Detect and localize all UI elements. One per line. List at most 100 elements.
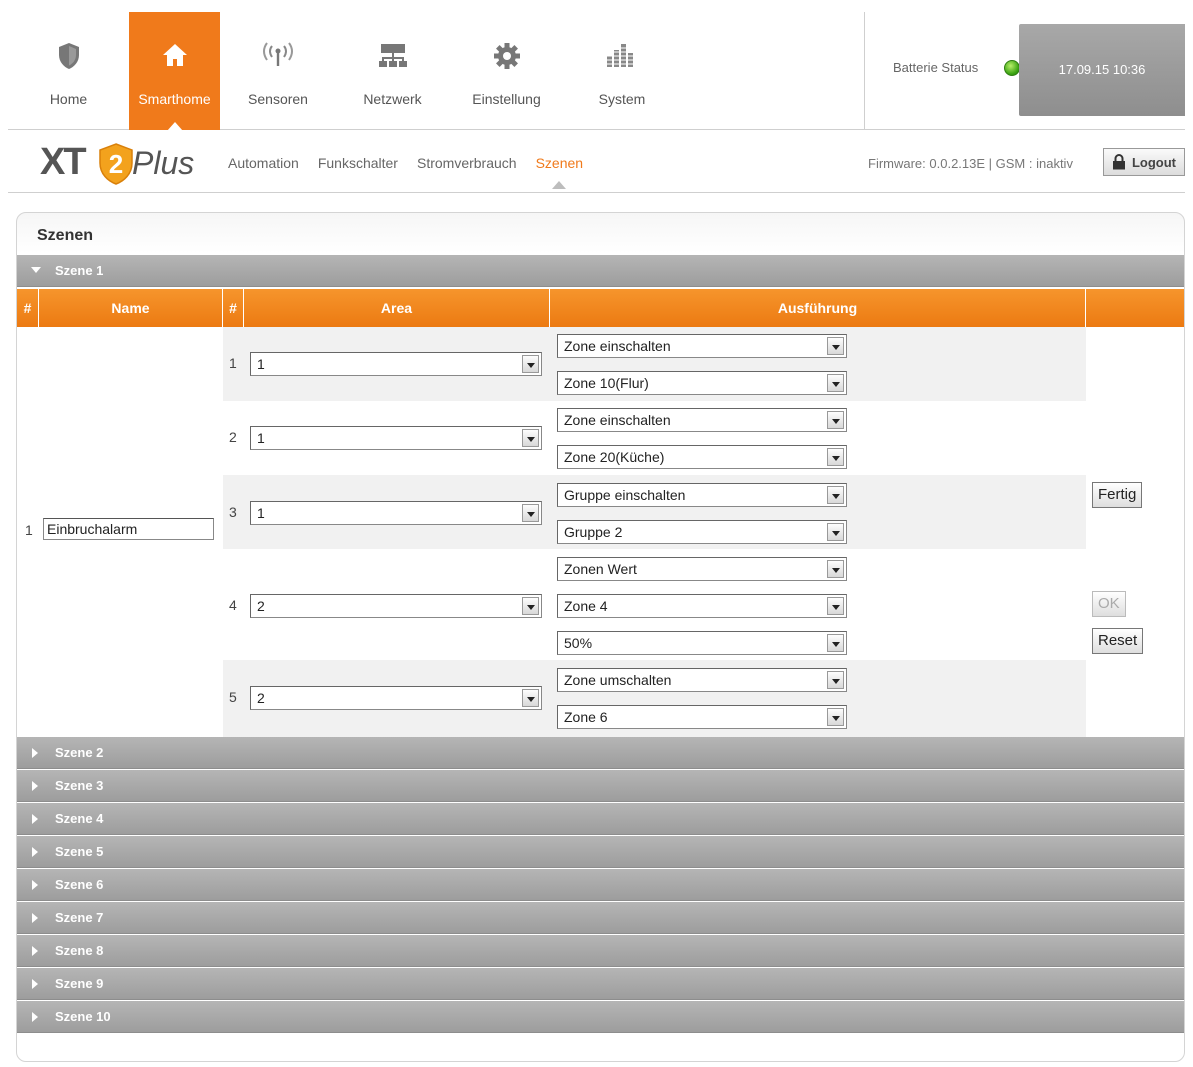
logout-button[interactable]: Logout bbox=[1103, 148, 1185, 176]
nav-system[interactable]: System bbox=[564, 12, 680, 130]
page-title: Szenen bbox=[37, 227, 94, 244]
accordion-szene-9[interactable]: Szene 9 bbox=[17, 968, 1184, 1000]
ok-button[interactable]: OK bbox=[1092, 591, 1126, 617]
datetime-display: 17.09.15 10:36 bbox=[1019, 24, 1185, 116]
area-select[interactable]: 2 bbox=[250, 686, 542, 710]
caret-right-icon bbox=[32, 946, 38, 956]
dropdown-arrow-icon bbox=[827, 411, 844, 429]
bars-icon bbox=[606, 44, 638, 67]
exec-target-select[interactable]: Zone 20(Küche) bbox=[557, 445, 847, 469]
exec-target-select[interactable]: Zone 4 bbox=[557, 594, 847, 618]
dropdown-arrow-icon bbox=[522, 689, 539, 707]
action-number: 1 bbox=[229, 355, 237, 371]
area-select[interactable]: 1 bbox=[250, 352, 542, 376]
top-divider bbox=[864, 12, 865, 130]
exec-value-select[interactable]: 50% bbox=[557, 631, 847, 655]
area-select[interactable]: 1 bbox=[250, 501, 542, 525]
exec-action-select[interactable]: Zone einschalten bbox=[557, 408, 847, 432]
nav-home-label: Home bbox=[49, 91, 88, 107]
subnav-stromverbrauch[interactable]: Stromverbrauch bbox=[417, 155, 517, 171]
accordion-szene-7-label: Szene 7 bbox=[55, 910, 104, 925]
exec-target-select[interactable]: Gruppe 2 bbox=[557, 520, 847, 544]
accordion-szene-7[interactable]: Szene 7 bbox=[17, 902, 1184, 934]
antenna-icon bbox=[263, 42, 293, 66]
accordion-szene-6[interactable]: Szene 6 bbox=[17, 869, 1184, 901]
dropdown-arrow-icon bbox=[827, 634, 844, 652]
house-icon bbox=[162, 44, 187, 66]
caret-right-icon bbox=[32, 913, 38, 923]
nav-einstellung[interactable]: Einstellung bbox=[449, 12, 564, 130]
reset-button[interactable]: Reset bbox=[1092, 628, 1144, 654]
dropdown-arrow-icon bbox=[827, 597, 844, 615]
exec-target-select[interactable]: Zone 10(Flur) bbox=[557, 371, 847, 395]
nav-einstellung-label: Einstellung bbox=[472, 91, 541, 107]
nav-smarthome-label: Smarthome bbox=[138, 91, 211, 107]
area-select[interactable]: 1 bbox=[250, 426, 542, 450]
area-select[interactable]: 2 bbox=[250, 594, 542, 618]
accordion-szene-3[interactable]: Szene 3 bbox=[17, 770, 1184, 802]
subnav-szenen[interactable]: Szenen bbox=[536, 155, 583, 189]
dropdown-arrow-icon bbox=[827, 374, 844, 392]
subnav-automation[interactable]: Automation bbox=[228, 155, 299, 171]
accordion-szene-2[interactable]: Szene 2 bbox=[17, 737, 1184, 769]
caret-down-icon bbox=[31, 267, 41, 273]
xt2plus-logo: XT 2 Plus bbox=[40, 139, 200, 185]
exec-select-value: Zone 4 bbox=[564, 598, 608, 614]
col-header-num: # bbox=[17, 289, 39, 327]
accordion-szene-10[interactable]: Szene 10 bbox=[17, 1001, 1184, 1033]
logo-shield-icon: 2 bbox=[99, 143, 133, 185]
area-select-value: 1 bbox=[257, 505, 265, 521]
nav-home[interactable]: Home bbox=[8, 12, 129, 130]
exec-select-value: Zone 6 bbox=[564, 709, 608, 725]
area-select-value: 1 bbox=[257, 430, 265, 446]
scene-table-body: 1 Einbruchalarm 1 1 Zone einschalten Zon… bbox=[17, 327, 1184, 737]
caret-right-icon bbox=[32, 814, 38, 824]
accordion-szene-5[interactable]: Szene 5 bbox=[17, 836, 1184, 868]
top-bar: Home Smarthome Sensoren Netzwerk Einstel… bbox=[8, 12, 1185, 131]
accordion-szene-10-label: Szene 10 bbox=[55, 1009, 111, 1024]
caret-right-icon bbox=[32, 1012, 38, 1022]
exec-action-select[interactable]: Zone umschalten bbox=[557, 668, 847, 692]
col-header-actions bbox=[1086, 289, 1184, 327]
dropdown-arrow-icon bbox=[522, 429, 539, 447]
accordion-szene-4-label: Szene 4 bbox=[55, 811, 104, 826]
shield-icon bbox=[58, 43, 79, 69]
accordion-szene-8-label: Szene 8 bbox=[55, 943, 104, 958]
exec-select-value: Gruppe einschalten bbox=[564, 487, 686, 503]
nav-netzwerk[interactable]: Netzwerk bbox=[336, 12, 449, 130]
exec-select-value: Zone umschalten bbox=[564, 672, 672, 688]
logo-xt: XT bbox=[40, 141, 87, 183]
dropdown-arrow-icon bbox=[827, 560, 844, 578]
exec-select-value: Zone 20(Küche) bbox=[564, 449, 665, 465]
action-number: 3 bbox=[229, 504, 237, 520]
battery-status-label: Batterie Status bbox=[893, 60, 979, 75]
exec-action-select[interactable]: Zone einschalten bbox=[557, 334, 847, 358]
accordion-szene-4[interactable]: Szene 4 bbox=[17, 803, 1184, 835]
exec-select-value: Zone einschalten bbox=[564, 412, 671, 428]
col-header-name: Name bbox=[39, 289, 223, 327]
dropdown-arrow-icon bbox=[827, 448, 844, 466]
col-header-num2: # bbox=[223, 289, 244, 327]
nav-smarthome[interactable]: Smarthome bbox=[129, 12, 220, 131]
exec-action-select[interactable]: Zonen Wert bbox=[557, 557, 847, 581]
fertig-button[interactable]: Fertig bbox=[1092, 482, 1143, 508]
logo-two: 2 bbox=[109, 149, 123, 179]
action-number: 5 bbox=[229, 689, 237, 705]
action-number: 2 bbox=[229, 429, 237, 445]
subnav-funkschalter[interactable]: Funkschalter bbox=[318, 155, 398, 171]
exec-select-value: Zone einschalten bbox=[564, 338, 671, 354]
accordion-szene-8[interactable]: Szene 8 bbox=[17, 935, 1184, 967]
dropdown-arrow-icon bbox=[827, 486, 844, 504]
caret-right-icon bbox=[32, 979, 38, 989]
szenen-panel: Szenen Szene 1 # Name # Area Ausführung … bbox=[16, 212, 1185, 1062]
exec-target-select[interactable]: Zone 6 bbox=[557, 705, 847, 729]
sub-bar: XT 2 Plus Automation Funkschalter Stromv… bbox=[8, 131, 1185, 193]
nav-netzwerk-label: Netzwerk bbox=[363, 91, 422, 107]
nav-sensoren[interactable]: Sensoren bbox=[220, 12, 336, 130]
gear-icon bbox=[493, 43, 520, 69]
scene-name-input[interactable]: Einbruchalarm bbox=[43, 518, 214, 540]
accordion-szene-1[interactable]: Szene 1 bbox=[17, 255, 1184, 287]
exec-select-value: Zonen Wert bbox=[564, 561, 637, 577]
exec-action-select[interactable]: Gruppe einschalten bbox=[557, 483, 847, 507]
dropdown-arrow-icon bbox=[827, 671, 844, 689]
